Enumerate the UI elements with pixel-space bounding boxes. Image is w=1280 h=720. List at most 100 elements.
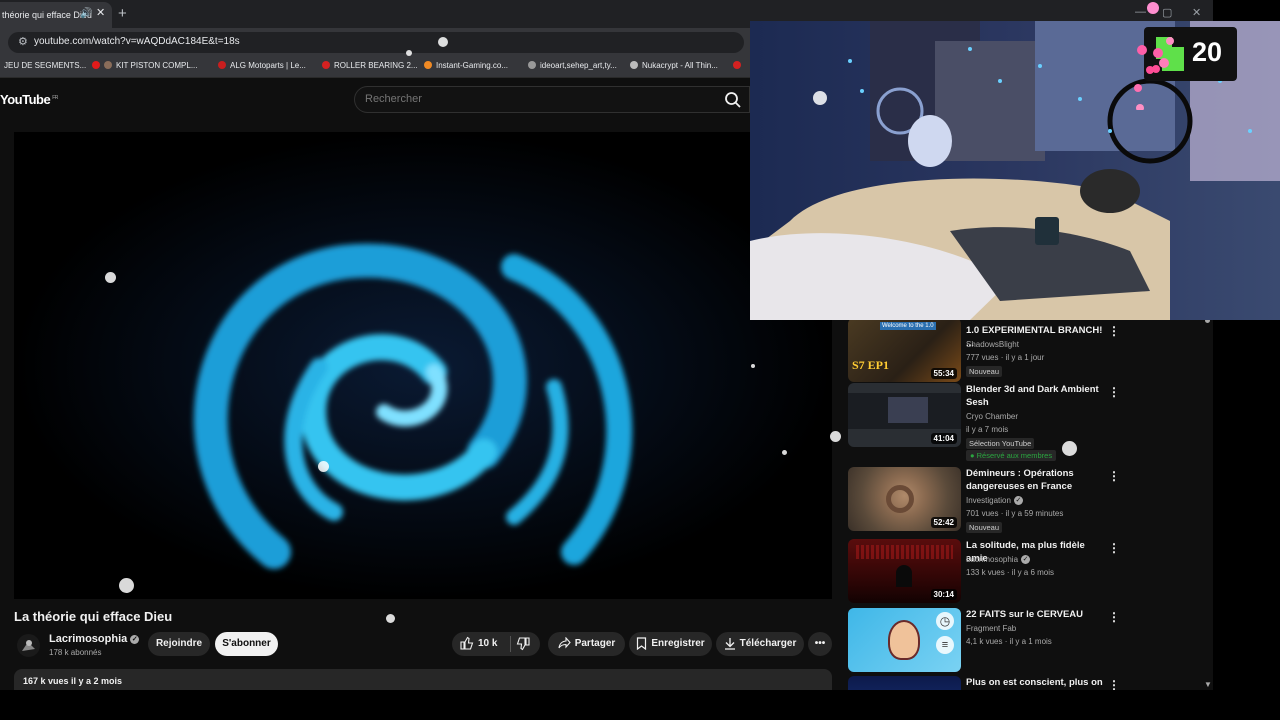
recommendation-item[interactable]: 41:04 Blender 3d and Dark Ambient Sesh C…	[848, 383, 1120, 461]
bookmark-item[interactable]: JEU DE SEGMENTS...	[4, 61, 86, 70]
recommendation-meta: 133 k vues · il y a 6 mois	[966, 568, 1055, 577]
bookmark-icon	[637, 637, 647, 650]
video-duration: 41:04	[930, 433, 957, 444]
verified-icon: ✓	[1021, 555, 1031, 564]
subscriber-count: 178 k abonnés	[49, 648, 102, 657]
description-box[interactable]: 167 k vues il y a 2 mois	[14, 669, 832, 690]
counter-value: 20	[1192, 37, 1223, 67]
recommendation-item[interactable]: Welcome to the 1.0 S7 EP1 55:34 1.0 EXPE…	[848, 318, 1120, 384]
more-vertical-icon[interactable]: ⋮	[1108, 470, 1120, 482]
recommendation-item[interactable]: 30:14 La solitude, ma plus fidèle amie L…	[848, 539, 1120, 605]
watch-later-icon[interactable]: ◷	[936, 612, 954, 630]
audio-playing-icon[interactable]: 🔊	[80, 8, 92, 19]
bookmark-item[interactable]: Nukacrypt - All Thin...	[630, 61, 718, 70]
url-field[interactable]: ⚙ youtube.com/watch?v=wAQDdAC184E&t=18s	[8, 32, 744, 53]
snowflake-particle	[751, 364, 755, 368]
snowflake-particle	[119, 578, 134, 593]
site-favicon-icon	[733, 61, 741, 69]
more-vertical-icon[interactable]: ⋮	[1108, 325, 1120, 337]
more-horizontal-icon: •••	[814, 638, 826, 649]
close-tab-icon[interactable]: ✕	[96, 6, 105, 19]
snowflake-particle	[318, 461, 329, 472]
region-code: FR	[52, 94, 58, 101]
youtube-logo[interactable]: YouTube FR	[0, 92, 58, 107]
youtube-favicon-icon	[92, 61, 100, 69]
channel-avatar[interactable]	[17, 634, 40, 657]
like-count: 10 k	[478, 638, 498, 649]
more-vertical-icon[interactable]: ⋮	[1108, 679, 1118, 690]
video-thumbnail: 41:04	[848, 383, 961, 447]
video-player[interactable]	[14, 132, 832, 599]
add-to-queue-icon[interactable]: ≡	[936, 636, 954, 654]
verified-icon: ✓	[1013, 496, 1023, 505]
views-and-date: 167 k vues il y a 2 mois	[23, 676, 123, 686]
recommendation-channel: Fragment Fab	[966, 624, 1017, 633]
thumbs-down-icon[interactable]	[516, 637, 530, 651]
snowflake-particle	[386, 614, 395, 623]
recommendation-title: Démineurs : Opérations dangereuses en Fr…	[966, 468, 1074, 492]
bookmark-item[interactable]	[733, 61, 745, 70]
video-duration: 30:14	[930, 589, 957, 600]
site-favicon-icon	[528, 61, 536, 69]
join-button[interactable]: Rejoindre	[148, 632, 210, 656]
more-vertical-icon[interactable]: ⋮	[1108, 611, 1120, 623]
recommendation-item[interactable]: Plus on est conscient, plus on ⋮	[848, 676, 1118, 690]
video-frame-swirl	[14, 132, 832, 599]
thumbnail-text: S7 EP1	[852, 358, 890, 372]
overlay-black-strip	[1213, 320, 1280, 720]
bookmark-item[interactable]: ROLLER BEARING 2...	[322, 61, 418, 70]
close-window-icon[interactable]: ✕	[1192, 6, 1201, 19]
site-settings-icon[interactable]: ⚙	[18, 35, 28, 48]
like-divider	[510, 636, 511, 652]
more-vertical-icon[interactable]: ⋮	[1108, 542, 1120, 554]
channel-name[interactable]: Lacrimosophia ✓	[49, 633, 140, 645]
selection-badge: Sélection YouTube	[966, 438, 1035, 449]
recommendation-meta: il y a 7 mois	[966, 425, 1009, 434]
recommendation-meta: 701 vues · il y a 59 minutes	[966, 509, 1064, 518]
bookmark-item[interactable]: ideoart,sehep_art,ty...	[528, 61, 617, 70]
bookmarks-bar: JEU DE SEGMENTS... KIT PISTON COMPL... A…	[0, 56, 750, 78]
bookmark-item[interactable]: Instant-Gaming.co...	[424, 61, 508, 70]
site-favicon-icon	[218, 61, 226, 69]
search-icon[interactable]	[724, 91, 742, 109]
download-button[interactable]: Télécharger	[716, 632, 804, 656]
recommendation-title: Plus on est conscient, plus on	[966, 677, 1103, 688]
recommendation-channel: ShadowsBlight	[966, 340, 1019, 349]
save-button[interactable]: Enregistrer	[629, 632, 712, 656]
snowflake-particle	[813, 91, 827, 105]
site-favicon-icon	[104, 61, 112, 69]
share-icon	[558, 637, 571, 649]
video-thumbnail: ◷ ≡	[848, 608, 961, 672]
video-thumbnail	[848, 676, 961, 690]
bookmark-item[interactable]: KIT PISTON COMPL...	[92, 61, 198, 70]
snowflake-particle	[406, 50, 412, 56]
thumbs-up-icon	[460, 637, 474, 650]
snowflake-particle	[1062, 441, 1077, 456]
recommendation-meta: 777 vues · il y a 1 jour	[966, 353, 1045, 362]
taskbar-black-strip	[0, 690, 1280, 720]
site-favicon-icon	[630, 61, 638, 69]
search-box[interactable]	[354, 86, 750, 113]
more-vertical-icon[interactable]: ⋮	[1108, 386, 1120, 398]
subscribe-button[interactable]: S'abonner	[215, 632, 278, 656]
snowflake-particle	[830, 431, 841, 442]
new-badge: Nouveau	[966, 522, 1003, 533]
share-button[interactable]: Partager	[548, 632, 625, 656]
recommendation-item[interactable]: 52:42 Démineurs : Opérations dangereuses…	[848, 467, 1120, 533]
video-thumbnail: 30:14	[848, 539, 961, 603]
tab-title: théorie qui efface Dieu	[2, 10, 92, 20]
recommendation-meta: 4,1 k vues · il y a 1 mois	[966, 637, 1052, 646]
more-actions-button[interactable]: •••	[808, 632, 832, 656]
snowflake-particle	[782, 450, 787, 455]
url-text: youtube.com/watch?v=wAQDdAC184E&t=18s	[34, 36, 240, 47]
thumbnail-caption: Welcome to the 1.0	[880, 322, 936, 330]
video-thumbnail: Welcome to the 1.0 S7 EP1 55:34	[848, 318, 961, 382]
bookmark-item[interactable]: ALG Motoparts | Le...	[218, 61, 306, 70]
recommendation-item[interactable]: ◷ ≡ 22 FAITS sur le CERVEAU Fragment Fab…	[848, 608, 1120, 674]
recommendation-title: Blender 3d and Dark Ambient Sesh	[966, 384, 1099, 408]
recommendation-channel: Cryo Chamber	[966, 412, 1019, 421]
new-tab-icon[interactable]: +	[118, 5, 127, 22]
scroll-down-arrow-icon[interactable]: ▼	[1204, 680, 1212, 689]
search-input[interactable]	[365, 93, 705, 105]
verified-icon: ✓	[130, 635, 140, 644]
